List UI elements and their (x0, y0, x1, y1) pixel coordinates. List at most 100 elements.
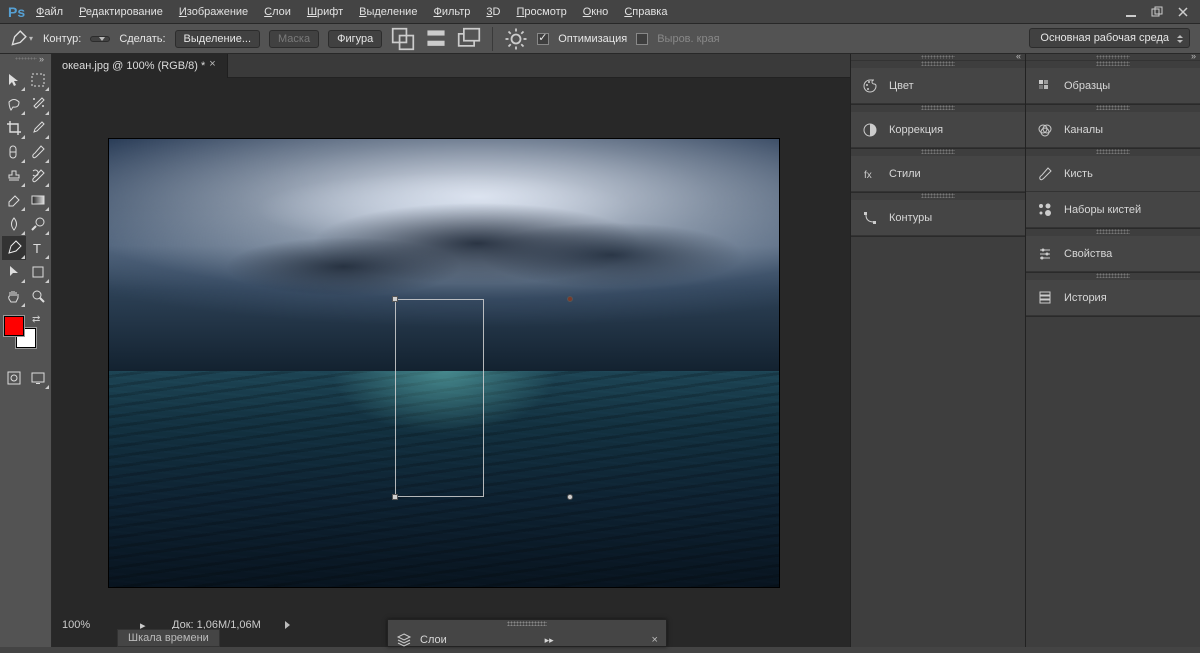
panel-history[interactable]: История (1026, 280, 1200, 316)
active-tool-pen-icon[interactable]: ▾ (8, 28, 34, 50)
menu-filter[interactable]: Фильтр (425, 0, 478, 24)
panel-color[interactable]: Цвет (851, 68, 1025, 104)
contour-mode-dropdown[interactable] (90, 36, 110, 42)
panel-collapse-icon[interactable]: « (1016, 51, 1021, 61)
menu-file[interactable]: Файл (28, 0, 71, 24)
menu-3d[interactable]: 3D (478, 0, 508, 24)
blur-tool[interactable] (2, 212, 26, 236)
options-bar: ▾ Контур: Сделать: Выделение... Маска Фи… (0, 24, 1200, 54)
right-panels: « Цвет Коррекция fx Стили (850, 54, 1200, 647)
menu-layers[interactable]: Слои (256, 0, 299, 24)
menu-view[interactable]: Просмотр (508, 0, 574, 24)
menu-select[interactable]: Выделение (351, 0, 425, 24)
menu-help[interactable]: Справка (616, 0, 675, 24)
align-edges-checkbox[interactable] (636, 33, 648, 45)
panel-collapse-icon[interactable]: ▸▸ (545, 635, 554, 646)
make-label: Сделать: (119, 33, 165, 45)
history-icon (1036, 289, 1054, 307)
brush-tool[interactable] (26, 140, 50, 164)
menu-image[interactable]: Изображение (171, 0, 256, 24)
make-selection-button[interactable]: Выделение... (175, 30, 260, 48)
brush-icon (1036, 165, 1054, 183)
path-align-icon[interactable] (424, 28, 448, 50)
history-brush-tool[interactable] (26, 164, 50, 188)
panel-swatches[interactable]: Образцы (1026, 68, 1200, 104)
anchor-point[interactable] (567, 296, 573, 302)
color-swatches: ⇄ (2, 314, 42, 350)
quickmask-icon[interactable] (2, 366, 26, 390)
eyedropper-tool[interactable] (26, 116, 50, 140)
panel-label: Наборы кистей (1064, 204, 1141, 216)
window-close-button[interactable] (1170, 2, 1196, 22)
timeline-label: Шкала времени (128, 632, 209, 644)
swap-colors-icon[interactable]: ⇄ (32, 314, 42, 324)
contour-mode-label: Контур: (43, 33, 81, 45)
panel-label: Цвет (889, 80, 914, 92)
close-document-icon[interactable]: × (209, 58, 221, 70)
document-tab-bar: океан.jpg @ 100% (RGB/8) * × (52, 54, 850, 78)
panel-label: История (1064, 292, 1107, 304)
layers-panel[interactable]: Слои ▸▸ × (387, 619, 667, 647)
stamp-tool[interactable] (2, 164, 26, 188)
pen-tool[interactable] (2, 236, 26, 260)
eraser-tool[interactable] (2, 188, 26, 212)
anchor-point[interactable] (567, 494, 573, 500)
zoom-tool[interactable] (26, 284, 50, 308)
gradient-tool[interactable] (26, 188, 50, 212)
svg-text:T: T (33, 241, 41, 256)
panel-channels[interactable]: Каналы (1026, 112, 1200, 148)
menu-type[interactable]: Шрифт (299, 0, 351, 24)
window-minimize-button[interactable] (1118, 2, 1144, 22)
path-arrange-icon[interactable] (457, 28, 481, 50)
make-shape-button[interactable]: Фигура (328, 30, 382, 48)
palette-icon (861, 77, 879, 95)
panel-close-icon[interactable]: × (652, 634, 658, 646)
status-menu-icon[interactable] (285, 621, 290, 629)
lasso-tool[interactable] (2, 92, 26, 116)
type-tool[interactable]: T (26, 236, 50, 260)
move-tool[interactable] (2, 68, 26, 92)
optimize-checkbox[interactable] (537, 33, 549, 45)
crop-tool[interactable] (2, 116, 26, 140)
screenmode-icon[interactable] (26, 366, 50, 390)
anchor-point[interactable] (392, 296, 398, 302)
menu-window[interactable]: Окно (575, 0, 617, 24)
make-mask-button[interactable]: Маска (269, 30, 319, 48)
panel-properties[interactable]: Свойства (1026, 236, 1200, 272)
align-edges-label: Выров. края (657, 33, 719, 45)
zoom-level[interactable]: 100% (62, 619, 122, 631)
menu-edit[interactable]: Редактирование (71, 0, 171, 24)
timeline-panel-tab[interactable]: Шкала времени (117, 629, 220, 647)
document-tab[interactable]: океан.jpg @ 100% (RGB/8) * × (52, 54, 228, 78)
panel-collapse-icon[interactable]: » (1191, 51, 1196, 61)
optimize-label: Оптимизация (558, 33, 627, 45)
foreground-color-swatch[interactable] (4, 316, 24, 336)
panel-brush-presets[interactable]: Наборы кистей (1026, 192, 1200, 228)
gear-icon[interactable] (504, 28, 528, 50)
svg-text:fx: fx (864, 170, 872, 181)
panel-label: Стили (889, 168, 921, 180)
panel-brush[interactable]: Кисть (1026, 156, 1200, 192)
panel-adjustments[interactable]: Коррекция (851, 112, 1025, 148)
styles-icon: fx (861, 165, 879, 183)
hand-tool[interactable] (2, 284, 26, 308)
heal-tool[interactable] (2, 140, 26, 164)
shape-tool[interactable] (26, 260, 50, 284)
properties-icon (1036, 245, 1054, 263)
pen-path-overlay[interactable] (395, 299, 570, 497)
tools-collapse-icon[interactable]: » (39, 54, 49, 64)
wand-tool[interactable] (26, 92, 50, 116)
anchor-point[interactable] (392, 494, 398, 500)
path-select-tool[interactable] (2, 260, 26, 284)
panel-label: Коррекция (889, 124, 943, 136)
panel-paths[interactable]: Контуры (851, 200, 1025, 236)
window-restore-button[interactable] (1144, 2, 1170, 22)
panel-label: Свойства (1064, 248, 1112, 260)
workspace-selector[interactable]: Основная рабочая среда (1029, 28, 1190, 48)
path-bool-1-icon[interactable] (391, 28, 415, 50)
marquee-tool[interactable] (26, 68, 50, 92)
panel-styles[interactable]: fx Стили (851, 156, 1025, 192)
document-area: океан.jpg @ 100% (RGB/8) * × 100% ▸ Док:… (52, 54, 850, 647)
dodge-tool[interactable] (26, 212, 50, 236)
canvas-viewport[interactable] (52, 78, 850, 647)
